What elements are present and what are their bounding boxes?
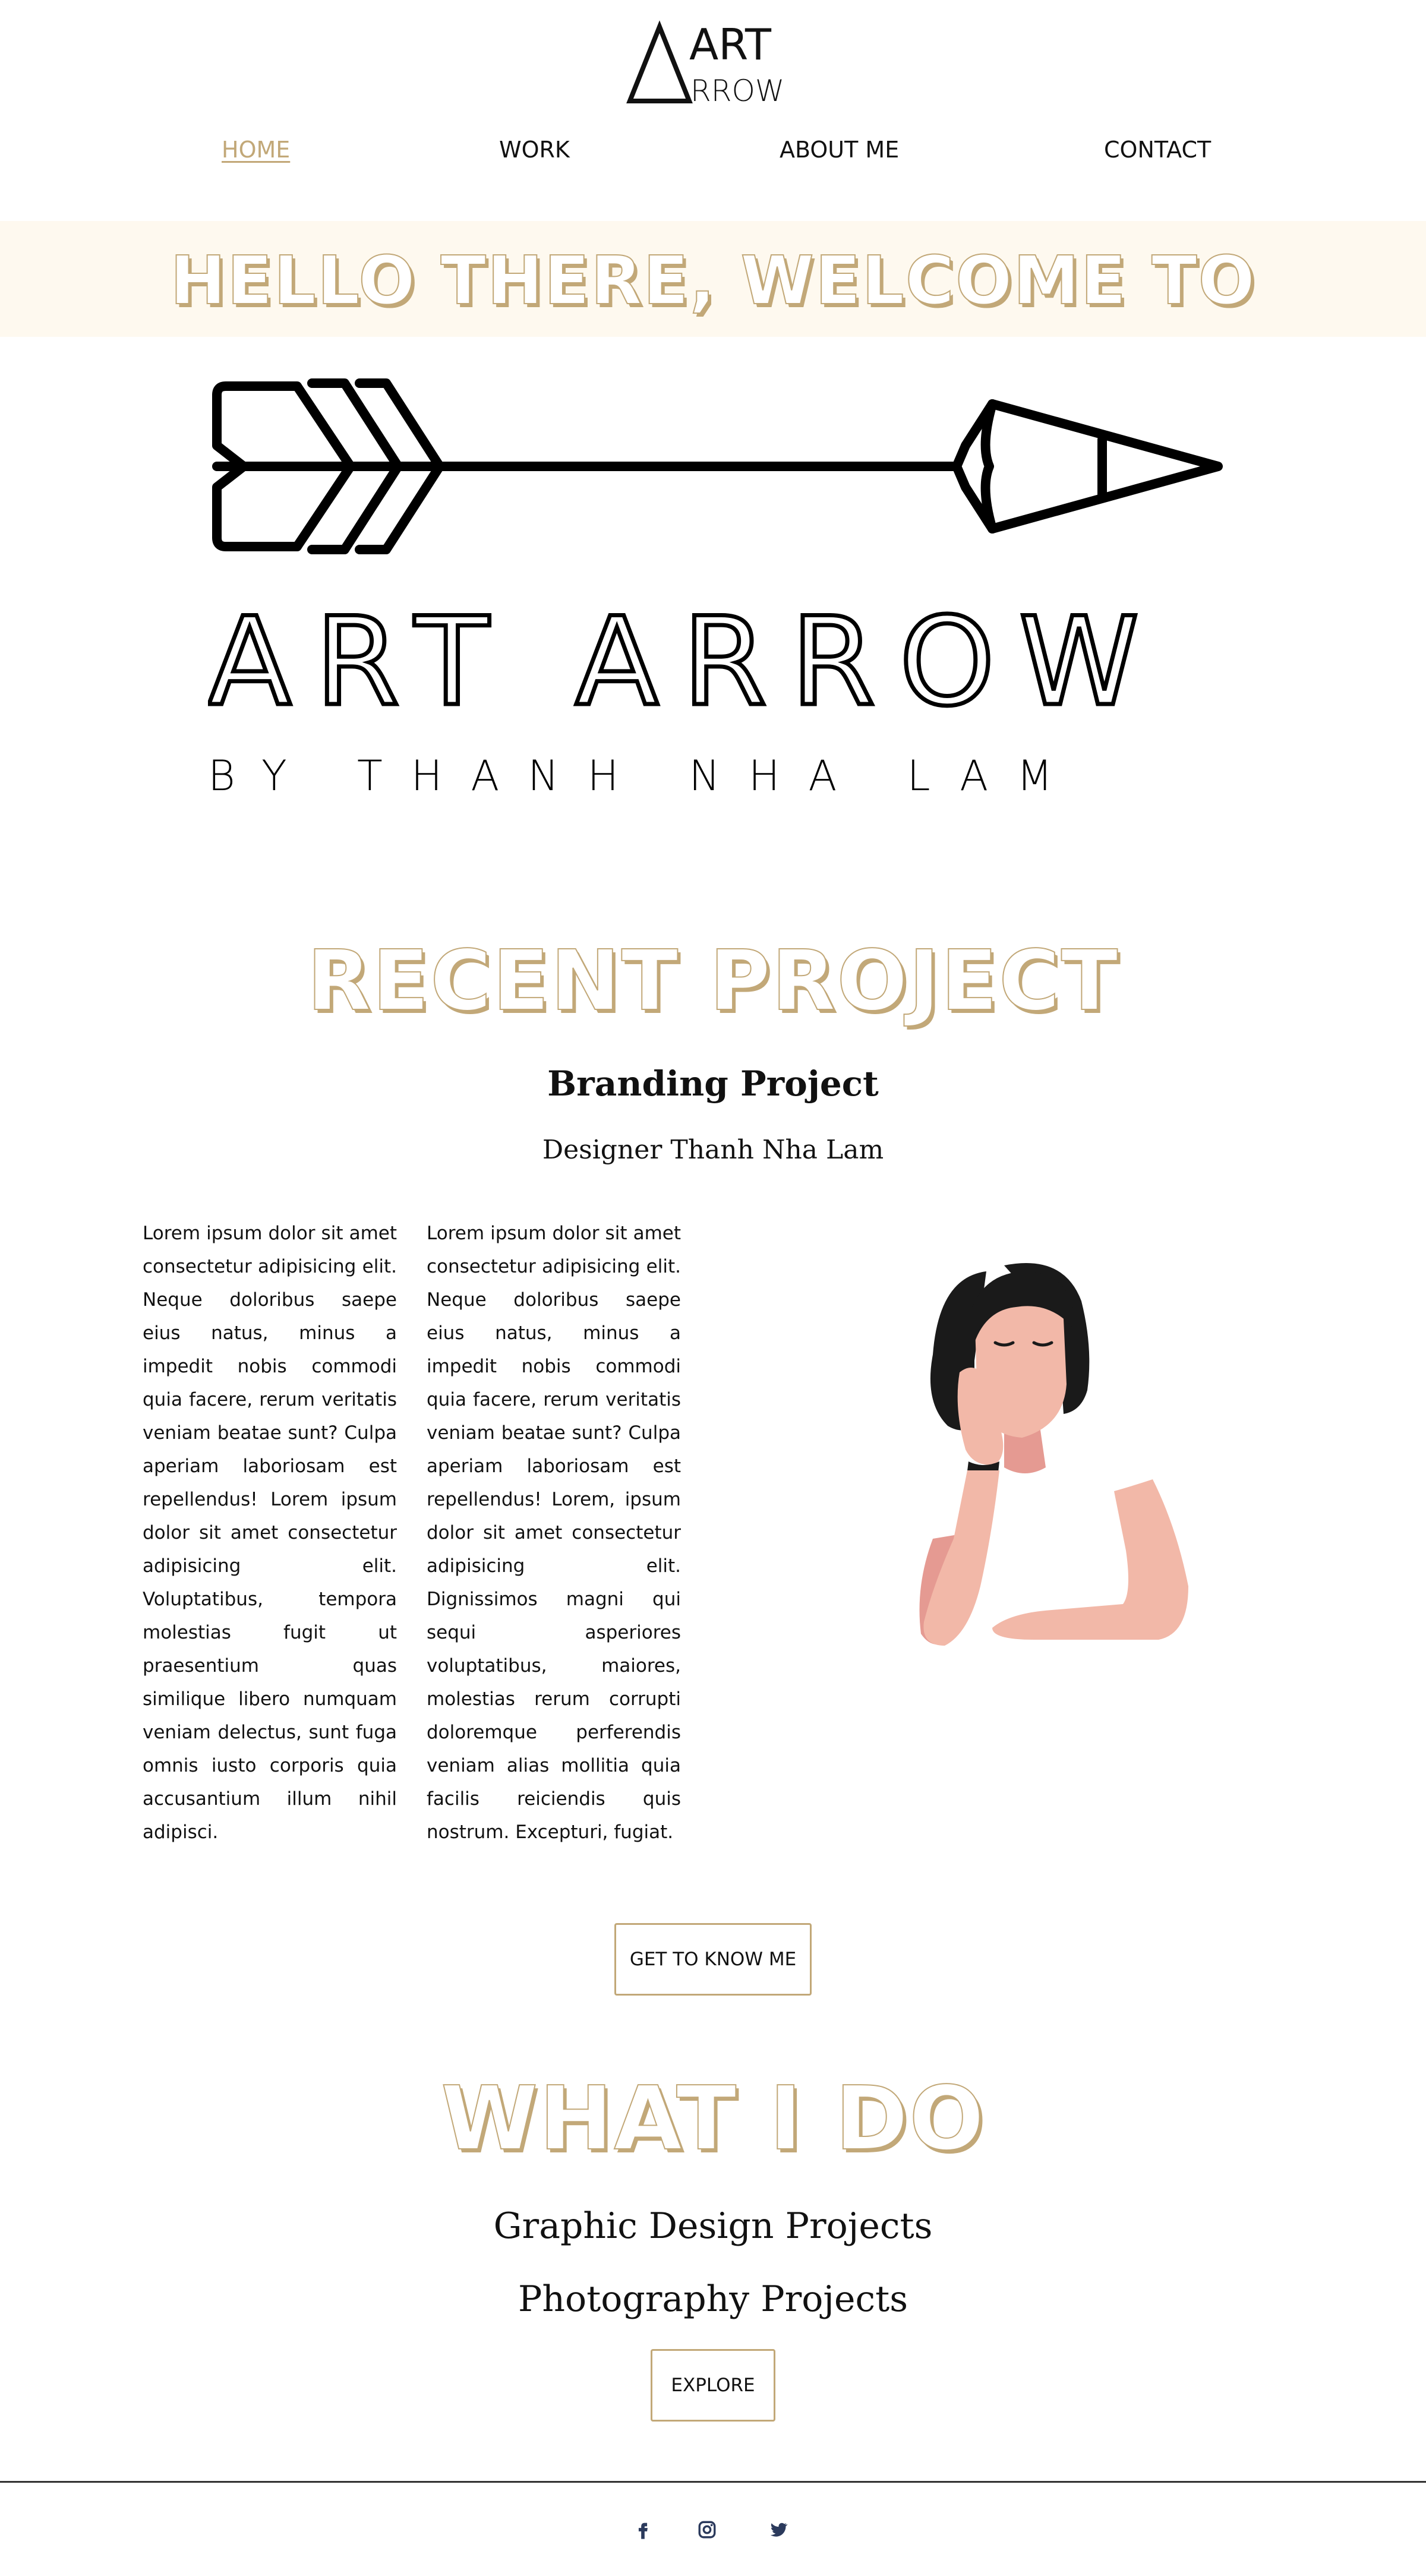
arrow-icon [212, 378, 1223, 554]
site-logo[interactable]: ART RROW [624, 18, 802, 113]
footer-divider [0, 2481, 1426, 2483]
instagram-icon[interactable] [695, 2518, 719, 2542]
brand-name-text: ART ARROW [208, 592, 1163, 733]
facebook-icon[interactable] [631, 2518, 655, 2542]
project-subtitle: Designer Thanh Nha Lam [542, 1135, 884, 1165]
art-arrow-brand-graphic: ART ARROW BY THANH NHA LAM [208, 378, 1223, 800]
recent-project-heading: RECENT PROJECT [307, 932, 1119, 1030]
twitter-icon[interactable] [766, 2518, 790, 2542]
logo-bottom-text: RROW [690, 74, 784, 108]
hero-greeting: HELLO THERE, WELCOME TO [169, 242, 1256, 320]
service-photography-link[interactable]: Photography Projects [0, 2278, 1426, 2320]
main-nav: HOME WORK ABOUT ME CONTACT [0, 137, 1426, 172]
what-i-do-heading: WHAT I DO [440, 2067, 985, 2170]
nav-contact[interactable]: CONTACT [1104, 137, 1211, 163]
explore-button[interactable]: EXPLORE [651, 2349, 775, 2422]
project-title: Branding Project [547, 1063, 879, 1104]
project-paragraph-1: Lorem ipsum dolor sit amet consectetur a… [143, 1223, 397, 1843]
nav-about-me[interactable]: ABOUT ME [780, 137, 899, 163]
project-paragraph-2: Lorem ipsum dolor sit amet consectetur a… [427, 1223, 681, 1843]
nav-work[interactable]: WORK [499, 137, 570, 163]
brand-byline-text: BY THANH NHA LAM [208, 752, 1081, 800]
get-to-know-me-button[interactable]: GET TO KNOW ME [614, 1923, 812, 1996]
woman-illustration [919, 1263, 1194, 1646]
nav-home[interactable]: HOME [222, 137, 290, 163]
logo-top-text: ART [689, 20, 772, 70]
service-graphic-design-link[interactable]: Graphic Design Projects [0, 2205, 1426, 2247]
